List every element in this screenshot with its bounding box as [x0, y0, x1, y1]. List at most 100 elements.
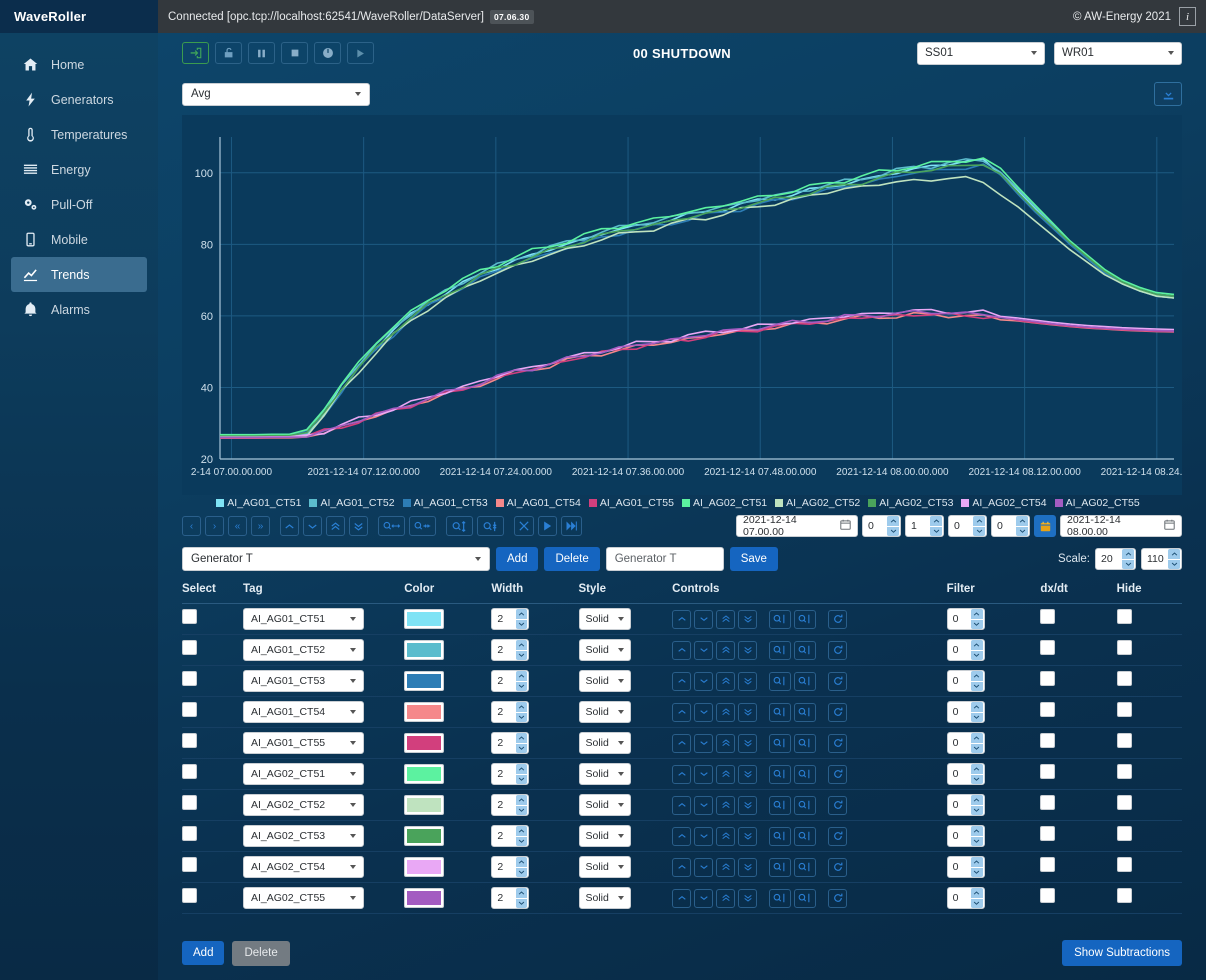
hide-checkbox[interactable] [1117, 671, 1132, 686]
filter-stepper[interactable]: 0 [947, 887, 985, 909]
add-row-button[interactable]: Add [182, 941, 224, 965]
stepper-arrows[interactable] [1168, 549, 1180, 569]
end-datetime-field[interactable]: 2021-12-14 08.00.00 [1060, 515, 1182, 537]
preset-name-input[interactable] [606, 547, 724, 571]
stepper-down-icon[interactable] [516, 837, 528, 847]
move-up-button[interactable] [672, 889, 691, 908]
sidebar-item-energy[interactable]: Energy [11, 152, 147, 187]
zoom-out-horizontal-button[interactable] [378, 516, 405, 536]
move-up-fast-button[interactable] [716, 889, 735, 908]
width-stepper[interactable]: 2 [491, 701, 529, 723]
stop-button[interactable] [281, 42, 308, 64]
reset-button[interactable] [828, 796, 847, 815]
stepper-up-icon[interactable] [516, 640, 528, 651]
stepper-arrows[interactable] [516, 702, 528, 722]
row-select-checkbox[interactable] [182, 826, 197, 841]
move-down-fast-button[interactable] [738, 610, 757, 629]
color-swatch-button[interactable] [404, 640, 444, 660]
scroll-up-fast-button[interactable] [326, 516, 345, 536]
stepper-up-icon[interactable] [516, 857, 528, 868]
zoom-out-vertical-button[interactable] [769, 827, 791, 846]
hide-checkbox[interactable] [1117, 702, 1132, 717]
apply-range-button[interactable] [1034, 515, 1056, 537]
stepper-up-icon[interactable] [973, 516, 985, 527]
scale-max-stepper[interactable]: 110 [1141, 548, 1182, 570]
move-up-button[interactable] [672, 765, 691, 784]
scroll-right-button[interactable]: › [205, 516, 224, 536]
move-down-button[interactable] [694, 858, 713, 877]
stepper-arrows[interactable] [516, 640, 528, 660]
zoom-out-vertical-button[interactable] [769, 796, 791, 815]
move-down-fast-button[interactable] [738, 641, 757, 660]
dxdt-checkbox[interactable] [1040, 857, 1055, 872]
stepper-arrows[interactable] [516, 857, 528, 877]
legend-item[interactable]: AI_AG01_CT52 [309, 497, 394, 509]
move-up-fast-button[interactable] [716, 858, 735, 877]
tag-select[interactable]: AI_AG01_CT54 [243, 701, 364, 723]
stepper-arrows[interactable] [516, 764, 528, 784]
width-stepper[interactable]: 2 [491, 670, 529, 692]
style-select[interactable]: Solid [579, 887, 631, 909]
move-up-button[interactable] [672, 734, 691, 753]
scroll-down-fast-button[interactable] [349, 516, 368, 536]
stepper-arrows[interactable] [516, 795, 528, 815]
reset-button[interactable] [828, 889, 847, 908]
stepper-down-icon[interactable] [516, 620, 528, 630]
hide-checkbox[interactable] [1117, 640, 1132, 655]
move-up-button[interactable] [672, 827, 691, 846]
stepper-up-icon[interactable] [971, 764, 983, 775]
color-swatch-button[interactable] [404, 795, 444, 815]
stepper-down-icon[interactable] [971, 775, 983, 785]
move-up-button[interactable] [672, 610, 691, 629]
scroll-up-button[interactable] [280, 516, 299, 536]
move-down-fast-button[interactable] [738, 765, 757, 784]
stepper-arrows[interactable] [971, 764, 983, 784]
power-button[interactable] [314, 42, 341, 64]
stepper-up-icon[interactable] [1016, 516, 1028, 527]
stepper-up-icon[interactable] [971, 609, 983, 620]
stepper-up-icon[interactable] [971, 888, 983, 899]
legend-item[interactable]: AI_AG01_CT51 [216, 497, 301, 509]
zoom-in-vertical-button[interactable] [794, 889, 816, 908]
dxdt-checkbox[interactable] [1040, 733, 1055, 748]
zoom-in-horizontal-button[interactable] [409, 516, 436, 536]
stepper-down-icon[interactable] [887, 527, 899, 537]
stepper-down-icon[interactable] [971, 651, 983, 661]
sidebar-item-temperatures[interactable]: Temperatures [11, 117, 147, 152]
width-stepper[interactable]: 2 [491, 639, 529, 661]
color-swatch-button[interactable] [404, 733, 444, 753]
stepper-arrows[interactable] [971, 733, 983, 753]
stepper-arrows[interactable] [516, 733, 528, 753]
width-stepper[interactable]: 2 [491, 763, 529, 785]
info-button[interactable]: i [1179, 7, 1196, 26]
zoom-out-vertical-button[interactable] [769, 641, 791, 660]
filter-stepper[interactable]: 0 [947, 825, 985, 847]
stepper-down-icon[interactable] [971, 620, 983, 630]
stepper-arrows[interactable] [516, 609, 528, 629]
stepper-arrows[interactable] [971, 826, 983, 846]
stepper-down-icon[interactable] [516, 868, 528, 878]
stepper-up-icon[interactable] [971, 826, 983, 837]
sidebar-item-alarms[interactable]: Alarms [11, 292, 147, 327]
legend-item[interactable]: AI_AG01_CT54 [496, 497, 581, 509]
move-up-fast-button[interactable] [716, 610, 735, 629]
reset-button[interactable] [828, 610, 847, 629]
start-datetime-field[interactable]: 2021-12-14 07.00.00 [736, 515, 858, 537]
zoom-out-vertical-button[interactable] [769, 610, 791, 629]
style-select[interactable]: Solid [579, 608, 631, 630]
color-swatch-button[interactable] [404, 609, 444, 629]
stepper-arrows[interactable] [971, 702, 983, 722]
dxdt-checkbox[interactable] [1040, 826, 1055, 841]
move-down-fast-button[interactable] [738, 672, 757, 691]
hide-checkbox[interactable] [1117, 888, 1132, 903]
legend-item[interactable]: AI_AG02_CT54 [961, 497, 1046, 509]
stepper-arrows[interactable] [971, 671, 983, 691]
preset-select[interactable]: Generator T [182, 547, 490, 571]
stepper-arrows[interactable] [1016, 516, 1028, 536]
scroll-down-button[interactable] [303, 516, 322, 536]
color-swatch-button[interactable] [404, 671, 444, 691]
legend-item[interactable]: AI_AG02_CT52 [775, 497, 860, 509]
stepper-arrows[interactable] [973, 516, 985, 536]
zoom-in-vertical-button[interactable] [794, 827, 816, 846]
stepper-down-icon[interactable] [971, 682, 983, 692]
